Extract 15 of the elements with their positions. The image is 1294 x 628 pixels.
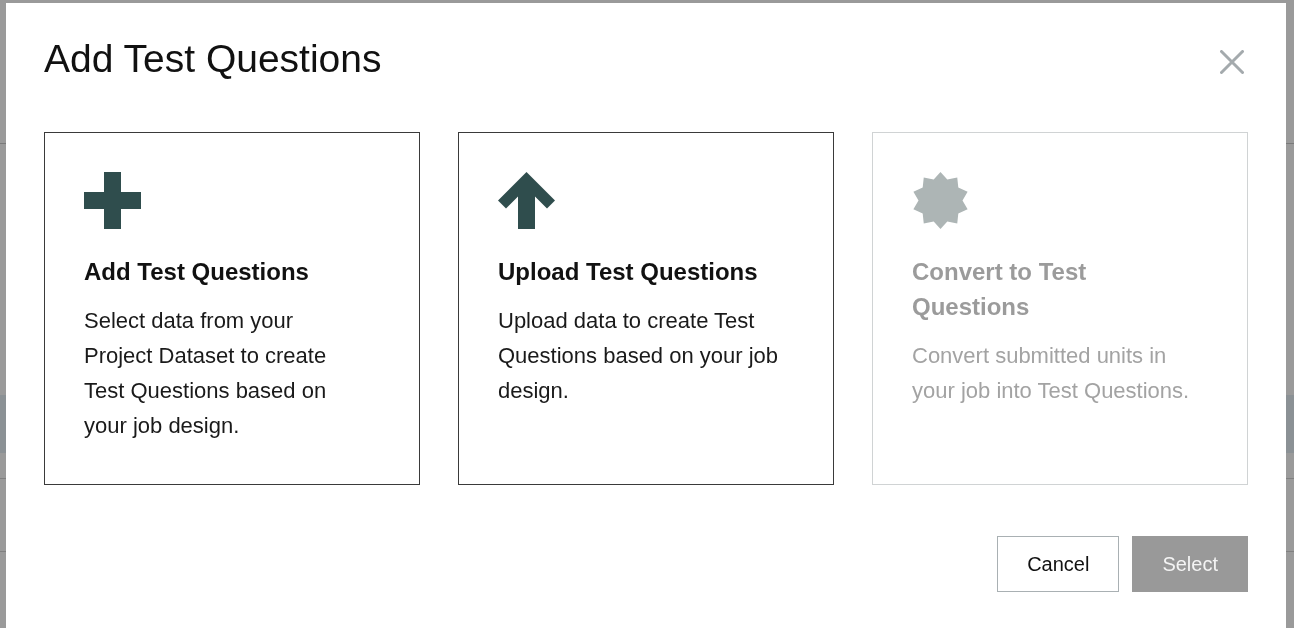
option-title: Add Test Questions <box>84 257 310 287</box>
option-card[interactable]: Add Test Questions Select data from your Project Dataset to create Test Questions based on your job design. <box>44 132 420 485</box>
close-button[interactable] <box>1220 50 1244 74</box>
cancel-button[interactable]: Cancel <box>997 536 1120 592</box>
dialog-title: Add Test Questions <box>44 36 382 82</box>
starburst-icon <box>912 172 969 229</box>
up-arrow-icon <box>498 172 555 229</box>
close-icon <box>1220 50 1244 74</box>
option-title: Convert to Test Questions <box>912 257 1088 322</box>
plus-icon <box>84 172 141 229</box>
option-card[interactable]: Upload Test Questions Upload data to create Test Questions based on your job design. <box>458 132 834 485</box>
option-description: Upload data to create Test Questions based on your job design. <box>498 307 780 405</box>
option-description: Select data from your Project Dataset to create Test Questions based on your job design. <box>84 307 328 440</box>
option-title: Upload Test Questions <box>498 257 759 287</box>
option-description: Convert submitted units in your job into Test Questions. <box>912 342 1191 405</box>
